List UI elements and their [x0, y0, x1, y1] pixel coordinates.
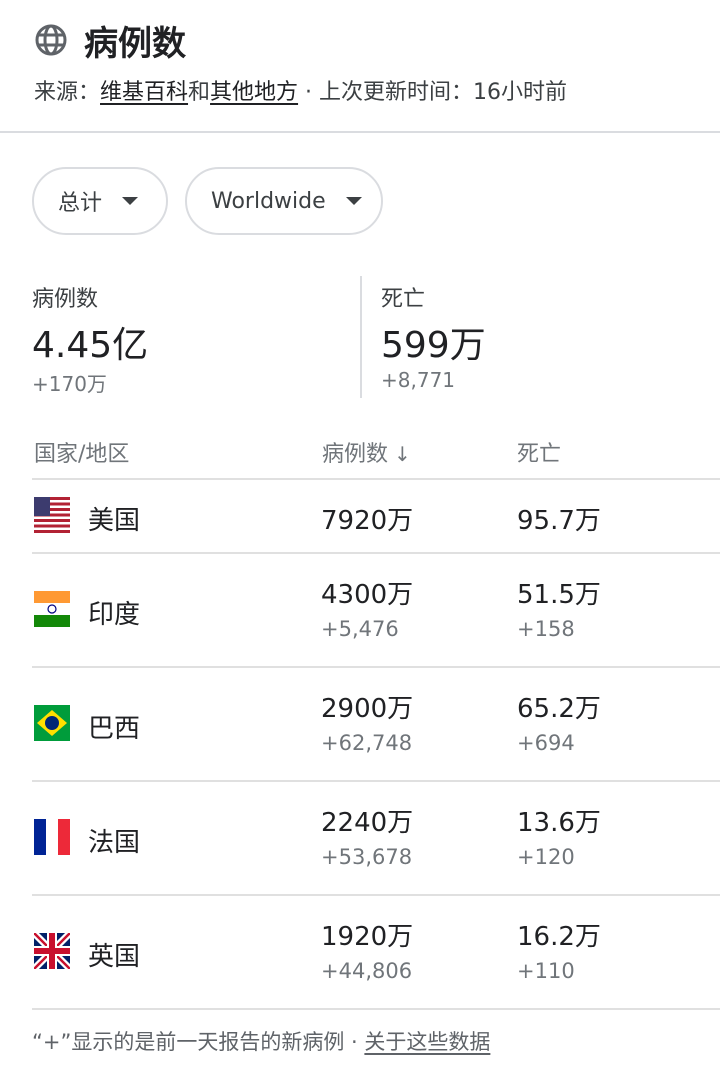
country-name: 法国 [88, 828, 141, 858]
cases-delta: +44,806 [321, 959, 413, 983]
sort-down-icon: ↓ [394, 442, 411, 466]
brazil-flag-icon [34, 705, 70, 741]
deaths-value: 95.7万 [517, 506, 601, 536]
deaths-value: 65.2万 [517, 694, 601, 724]
deaths-value: 51.5万 [517, 580, 601, 610]
cases-value: 2240万 [321, 808, 414, 838]
india-flag-icon [34, 591, 70, 627]
column-header-deaths: 死亡 [517, 442, 562, 467]
footer-note: “+”显示的是前一天报告的新病例 · 关于这些数据 [32, 1026, 490, 1056]
column-header-cases-label: 病例数 [322, 442, 389, 467]
divider [32, 894, 720, 896]
france-flag-icon [34, 819, 70, 855]
footer-separator: · [344, 1030, 365, 1054]
source-prefix: 来源： [34, 80, 101, 105]
deaths-delta: +158 [517, 617, 575, 641]
divider [32, 666, 720, 668]
last-updated: · 上次更新时间：16小时前 [298, 80, 568, 105]
country-name: 美国 [88, 506, 141, 536]
country-name: 英国 [88, 942, 141, 972]
caret-down-icon [122, 197, 139, 205]
source-line: 来源：维基百科和其他地方 · 上次更新时间：16小时前 [34, 74, 567, 106]
deaths-value: 16.2万 [517, 922, 601, 952]
cases-value: 1920万 [321, 922, 414, 952]
region-dropdown-label: Worldwide [211, 188, 326, 214]
divider [32, 780, 720, 782]
cases-value: 4300万 [321, 580, 414, 610]
scope-dropdown-label: 总计 [58, 191, 103, 216]
deaths-value: 13.6万 [517, 808, 601, 838]
deaths-delta: +110 [517, 959, 575, 983]
divider [32, 478, 720, 480]
deaths-delta: +694 [517, 731, 575, 755]
cases-summary-delta: +170万 [32, 372, 107, 396]
column-header-cases[interactable]: 病例数 ↓ [322, 436, 411, 468]
cases-value: 7920万 [321, 506, 414, 536]
caret-down-icon [345, 197, 362, 205]
us-flag-icon [34, 497, 70, 533]
cases-delta: +62,748 [321, 731, 413, 755]
deaths-summary-label: 死亡 [381, 287, 426, 312]
title-row: 病例数 [34, 18, 186, 64]
cases-delta: +5,476 [321, 617, 399, 641]
country-name: 巴西 [88, 714, 141, 744]
header: 病例数 来源：维基百科和其他地方 · 上次更新时间：16小时前 [0, 0, 720, 133]
cases-summary-value: 4.45亿 [32, 325, 149, 366]
divider [32, 1008, 720, 1010]
cases-value: 2900万 [321, 694, 414, 724]
deaths-summary-delta: +8,771 [381, 368, 456, 392]
source-and: 和 [188, 80, 211, 105]
wikipedia-link[interactable]: 维基百科 [100, 80, 188, 105]
divider [32, 552, 720, 554]
column-header-country: 国家/地区 [34, 442, 130, 467]
region-dropdown[interactable]: Worldwide [185, 167, 383, 235]
deaths-summary-value: 599万 [381, 325, 486, 366]
summary-divider [360, 276, 362, 398]
globe-icon [35, 24, 67, 56]
scope-dropdown[interactable]: 总计 [32, 167, 168, 235]
uk-flag-icon [34, 933, 70, 969]
footer-note-text: “+”显示的是前一天报告的新病例 [32, 1030, 345, 1054]
other-sources-link[interactable]: 其他地方 [210, 80, 298, 105]
cases-summary-label: 病例数 [32, 287, 99, 312]
cases-delta: +53,678 [321, 845, 413, 869]
about-data-link[interactable]: 关于这些数据 [364, 1030, 490, 1054]
deaths-delta: +120 [517, 845, 575, 869]
page-title: 病例数 [84, 23, 186, 64]
country-name: 印度 [88, 600, 141, 630]
